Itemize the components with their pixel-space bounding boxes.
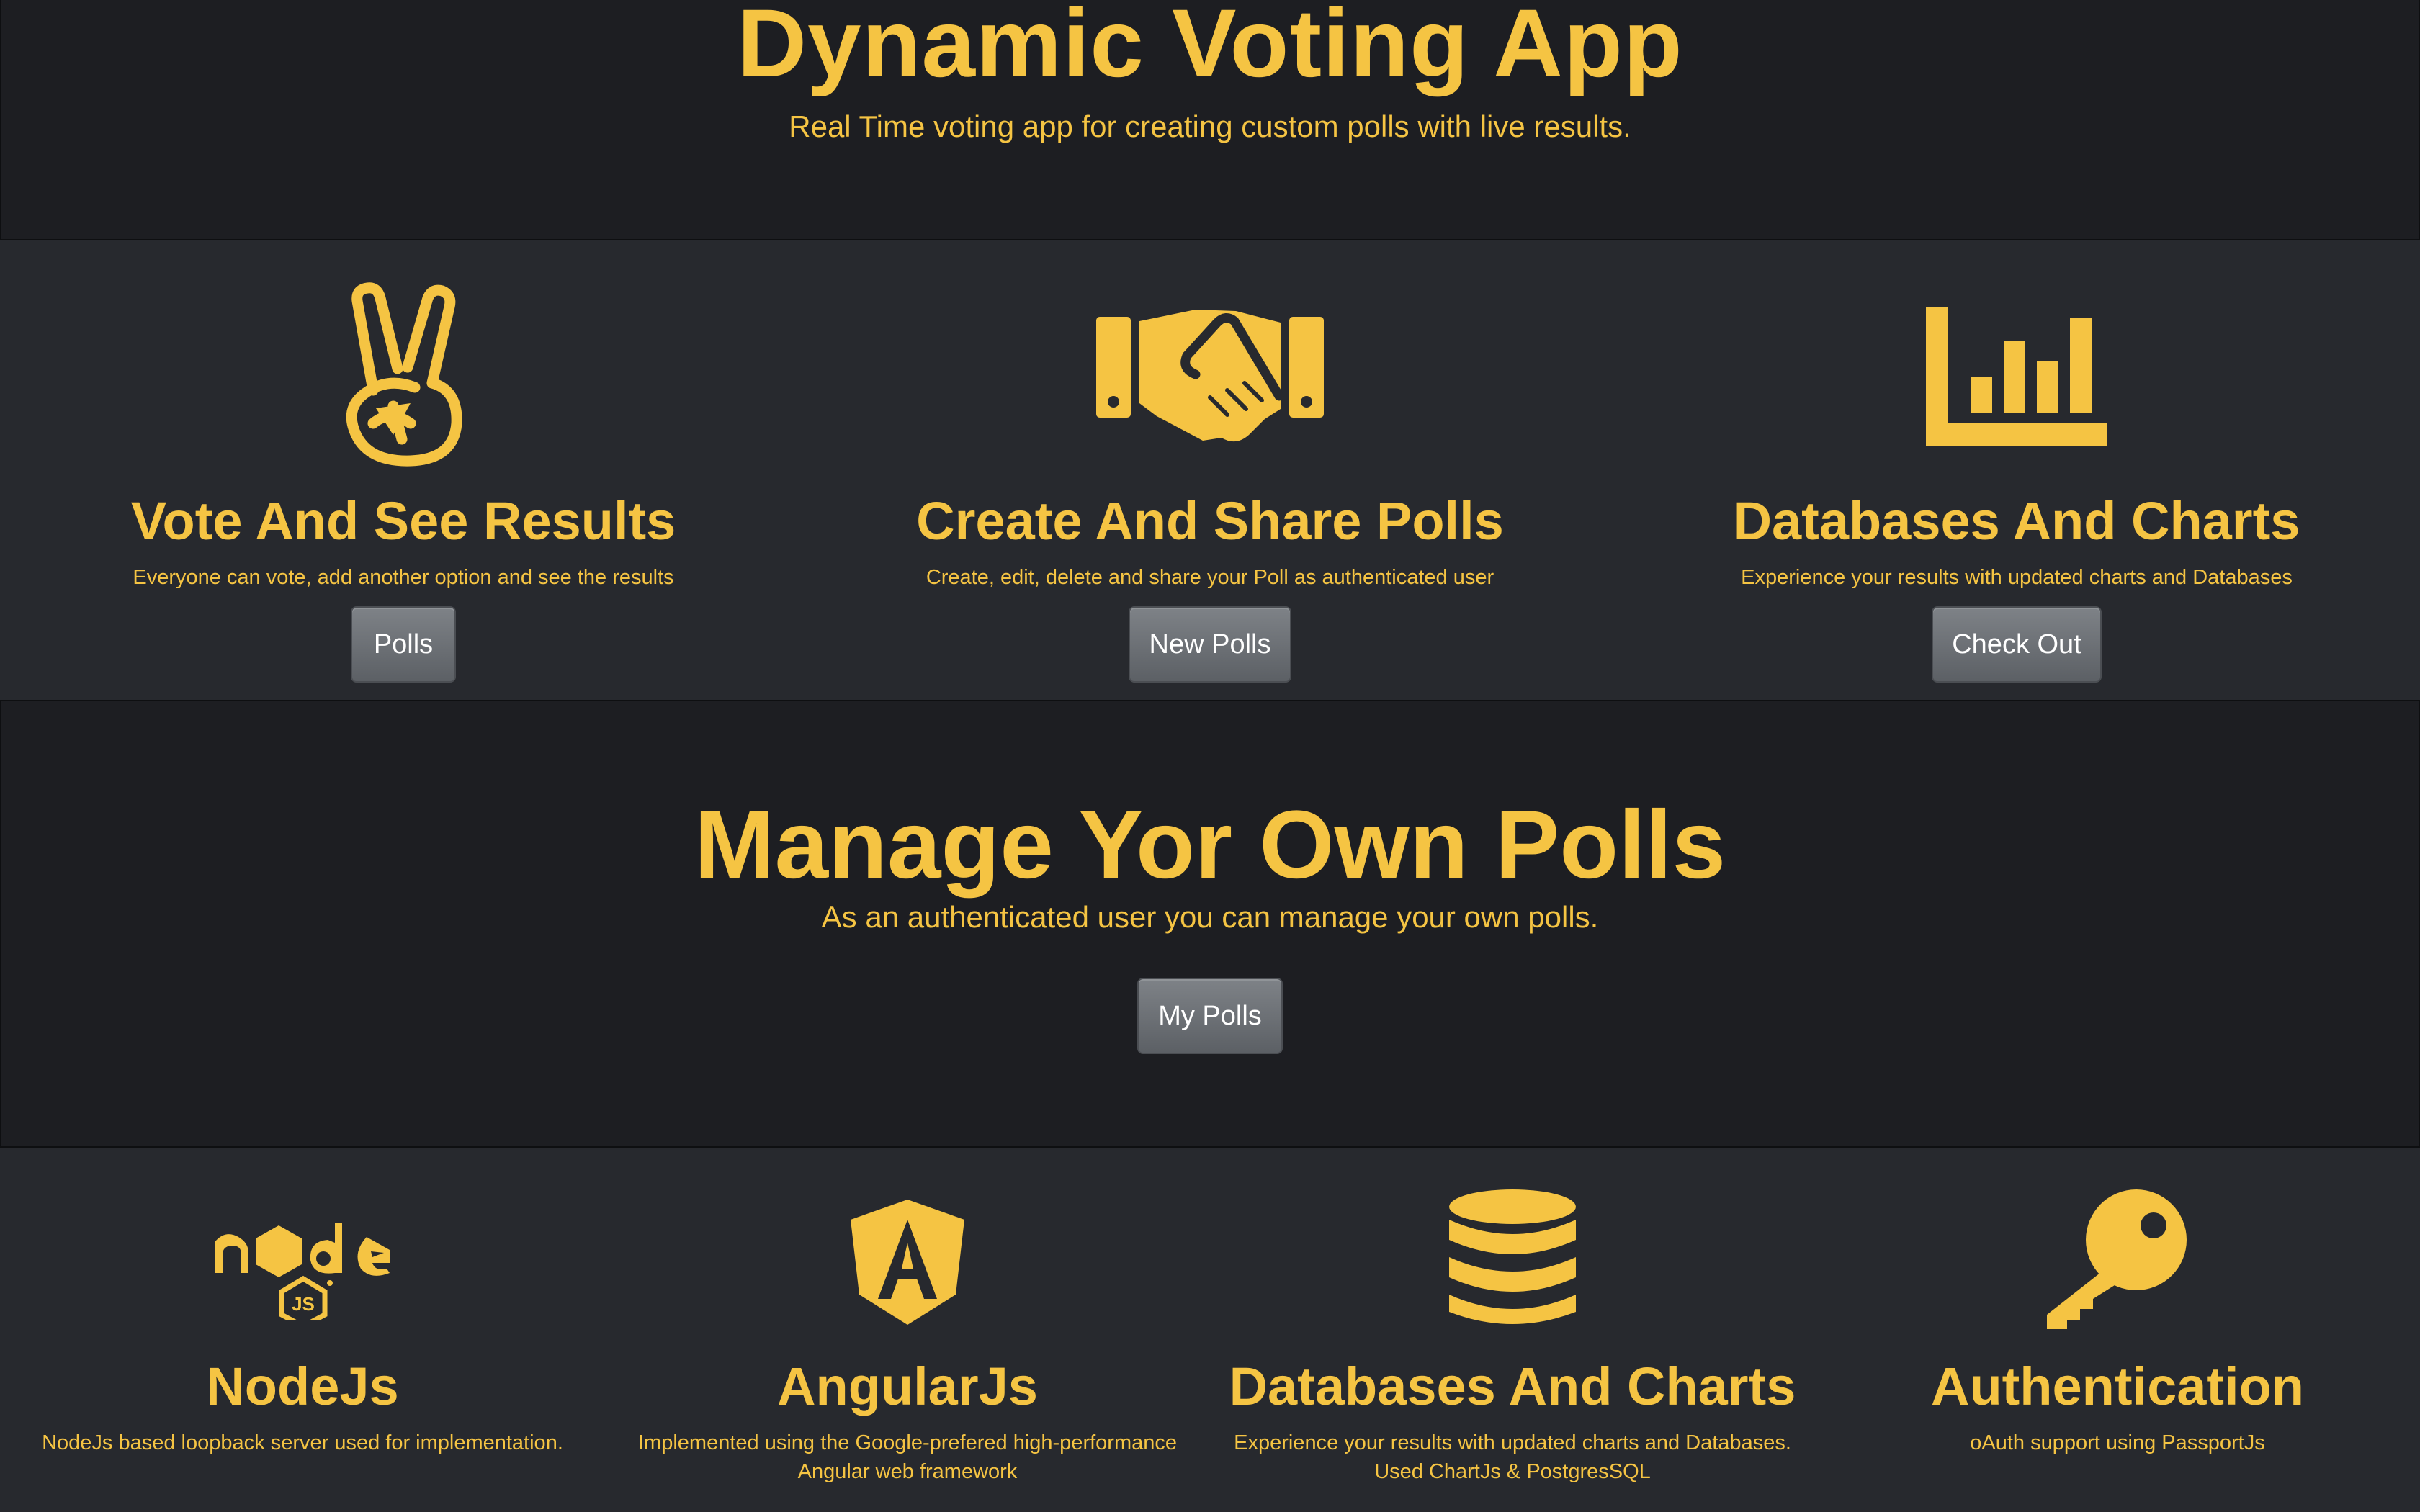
tech-description-line: Angular web framework [797, 1460, 1018, 1483]
tech-section: JS NodeJs NodeJs based loopback server u… [0, 1148, 2420, 1512]
feature-description: Everyone can vote, add another option an… [133, 566, 674, 589]
tech-authentication: Authentication oAuth support using Passp… [1815, 1148, 2420, 1512]
manage-subtitle: As an authenticated user you can manage … [821, 900, 1599, 934]
tech-title: NodeJs [206, 1356, 399, 1416]
tech-angular: AngularJs Implemented using the Google-p… [605, 1148, 1210, 1512]
tech-description: oAuth support using PassportJs [1970, 1431, 2265, 1454]
angular-logo-icon [851, 1200, 964, 1325]
polls-button[interactable]: Polls [351, 606, 456, 683]
tech-description-line: Experience your results with updated cha… [1234, 1431, 1791, 1454]
feature-vote: Vote And See Results Everyone can vote, … [0, 240, 807, 701]
tech-description: NodeJs based loopback server used for im… [42, 1431, 563, 1454]
tech-title: Databases And Charts [1229, 1356, 1796, 1416]
app-subtitle: Real Time voting app for creating custom… [789, 109, 1631, 143]
manage-title: Manage Yor Own Polls [694, 791, 1726, 899]
feature-title: Databases And Charts [1733, 491, 2300, 551]
hero-section: Dynamic Voting App Real Time voting app … [0, 0, 2420, 240]
tech-databases: Databases And Charts Experience your res… [1210, 1148, 1815, 1512]
tech-description-line: Implemented using the Google-prefered hi… [638, 1431, 1177, 1454]
tech-title: AngularJs [777, 1356, 1038, 1416]
feature-description: Experience your results with updated cha… [1741, 566, 2293, 589]
feature-title: Vote And See Results [130, 491, 676, 551]
tech-description: Experience your results with updated cha… [1210, 1428, 1815, 1486]
tech-description: Implemented using the Google-prefered hi… [605, 1428, 1210, 1486]
tech-nodejs: JS NodeJs NodeJs based loopback server u… [0, 1148, 605, 1512]
feature-create: Create And Share Polls Create, edit, del… [807, 240, 1613, 701]
bar-chart-icon [1926, 307, 2107, 446]
feature-title: Create And Share Polls [916, 491, 1504, 551]
my-polls-button[interactable]: My Polls [1137, 978, 1283, 1054]
key-icon [2047, 1189, 2187, 1329]
svg-text:JS: JS [292, 1293, 315, 1315]
tech-description-line: Used ChartJs & PostgresSQL [1374, 1460, 1651, 1483]
handshake-icon [1096, 310, 1324, 442]
feature-databases: Databases And Charts Experience your res… [1613, 240, 2420, 701]
app-title: Dynamic Voting App [737, 0, 1683, 97]
nodejs-logo-icon: JS [215, 1223, 390, 1320]
tech-title: Authentication [1931, 1356, 2304, 1416]
peace-hand-icon [346, 282, 462, 467]
database-icon [1449, 1189, 1576, 1324]
new-polls-button[interactable]: New Polls [1129, 606, 1291, 683]
check-out-button[interactable]: Check Out [1932, 606, 2102, 683]
manage-section: Manage Yor Own Polls As an authenticated… [0, 701, 2420, 1148]
features-section: Vote And See Results Everyone can vote, … [0, 240, 2420, 701]
feature-description: Create, edit, delete and share your Poll… [926, 566, 1494, 589]
